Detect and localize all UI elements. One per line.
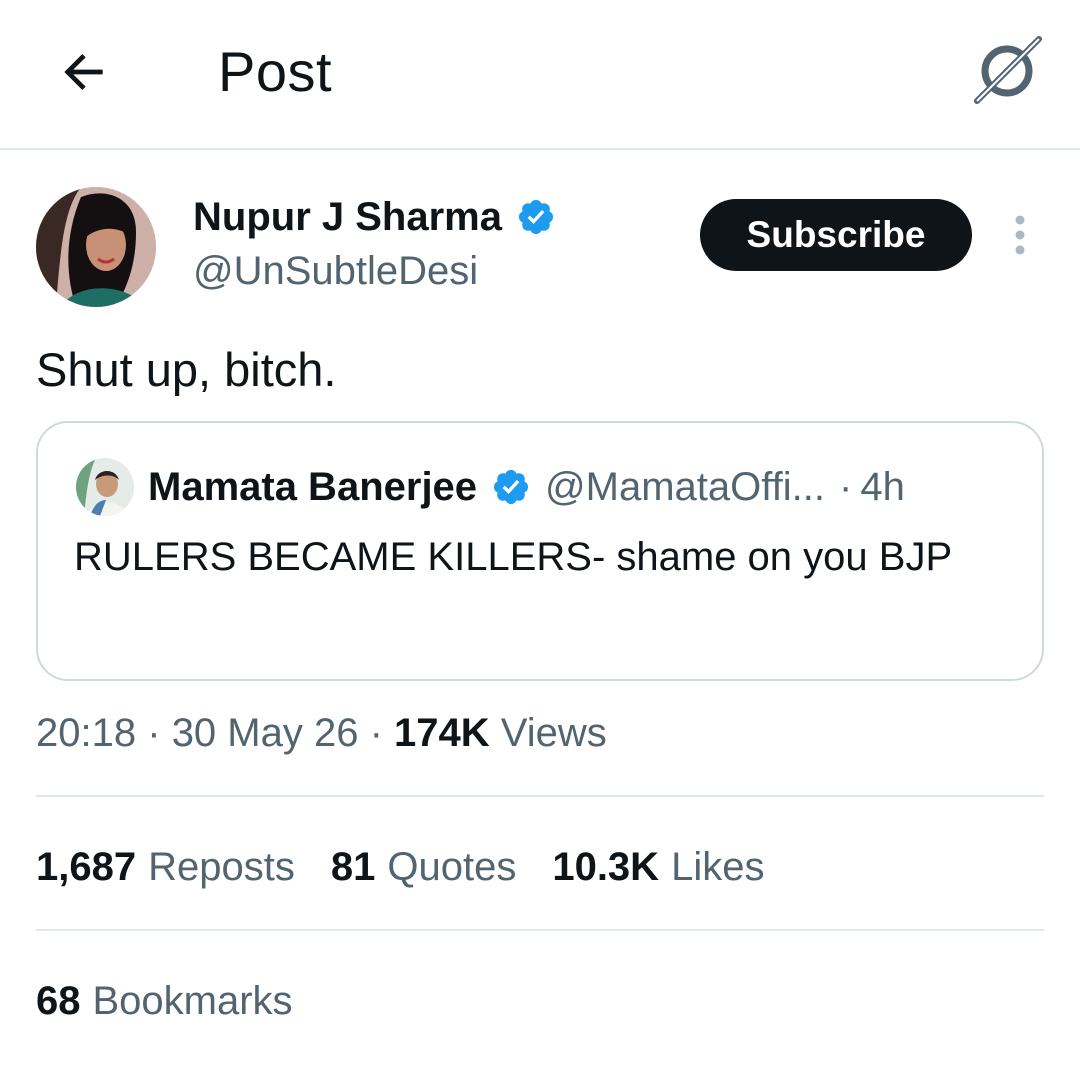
post-date: 30 May 26	[171, 711, 359, 755]
bookmarks-label: Bookmarks	[92, 979, 293, 1023]
author-name-row[interactable]: Nupur J Sharma	[193, 192, 556, 242]
views-label[interactable]: Views	[501, 711, 607, 755]
post-text: Shut up, bitch.	[36, 343, 337, 396]
bookmarks-stat[interactable]: 68 Bookmarks	[36, 976, 293, 1026]
more-options-button[interactable]	[1000, 206, 1040, 264]
arrow-left-icon	[64, 54, 103, 90]
quotes-label: Quotes	[387, 845, 517, 889]
quoted-author-name: Mamata Banerjee	[148, 464, 478, 509]
meta-separator: ·	[147, 711, 161, 755]
verified-badge-icon	[493, 469, 529, 505]
quotes-stat[interactable]: 81 Quotes	[331, 842, 516, 892]
grok-button[interactable]	[966, 30, 1048, 112]
quoted-author-handle: @MamataOffi...	[545, 464, 825, 509]
author-handle[interactable]: @UnSubtleDesi	[193, 246, 478, 296]
more-vertical-icon	[1015, 215, 1025, 255]
avatar-image	[36, 187, 156, 307]
likes-label: Likes	[671, 845, 765, 889]
quoted-avatar-image	[76, 458, 134, 516]
likes-count: 10.3K	[552, 845, 660, 889]
reposts-count: 1,687	[36, 845, 137, 889]
likes-stat[interactable]: 10.3K Likes	[552, 842, 764, 892]
reposts-label: Reposts	[148, 845, 295, 889]
reposts-stat[interactable]: 1,687 Reposts	[36, 842, 295, 892]
divider	[36, 795, 1044, 797]
quoted-author-avatar	[76, 458, 134, 516]
post-meta: 20:18 · 30 May 26 · 174K Views	[36, 708, 607, 758]
post-time: 20:18	[36, 711, 137, 755]
bookmarks-count: 68	[36, 979, 81, 1023]
engagement-stats: 1,687 Reposts 81 Quotes 10.3K Likes	[36, 842, 800, 892]
author-avatar[interactable]	[36, 187, 156, 307]
quoted-post-card[interactable]: Mamata Banerjee @MamataOffi... · 4h RULE…	[36, 421, 1044, 681]
quoted-timestamp: 4h	[860, 464, 905, 509]
author-name: Nupur J Sharma	[193, 195, 502, 239]
quoted-header: Mamata Banerjee @MamataOffi... · 4h	[148, 461, 905, 513]
top-bar: Post	[0, 0, 1080, 150]
grok-icon	[974, 36, 1042, 104]
divider	[36, 929, 1044, 931]
back-button[interactable]	[50, 38, 118, 106]
subscribe-button[interactable]: Subscribe	[700, 199, 972, 271]
page-title: Post	[218, 40, 333, 103]
quoted-text: RULERS BECAME KILLERS- shame on you BJP	[74, 535, 953, 579]
verified-badge-icon	[518, 199, 554, 235]
views-count[interactable]: 174K	[394, 711, 490, 755]
quoted-separator: ·	[839, 464, 853, 509]
meta-separator: ·	[369, 711, 383, 755]
quotes-count: 81	[330, 845, 376, 889]
